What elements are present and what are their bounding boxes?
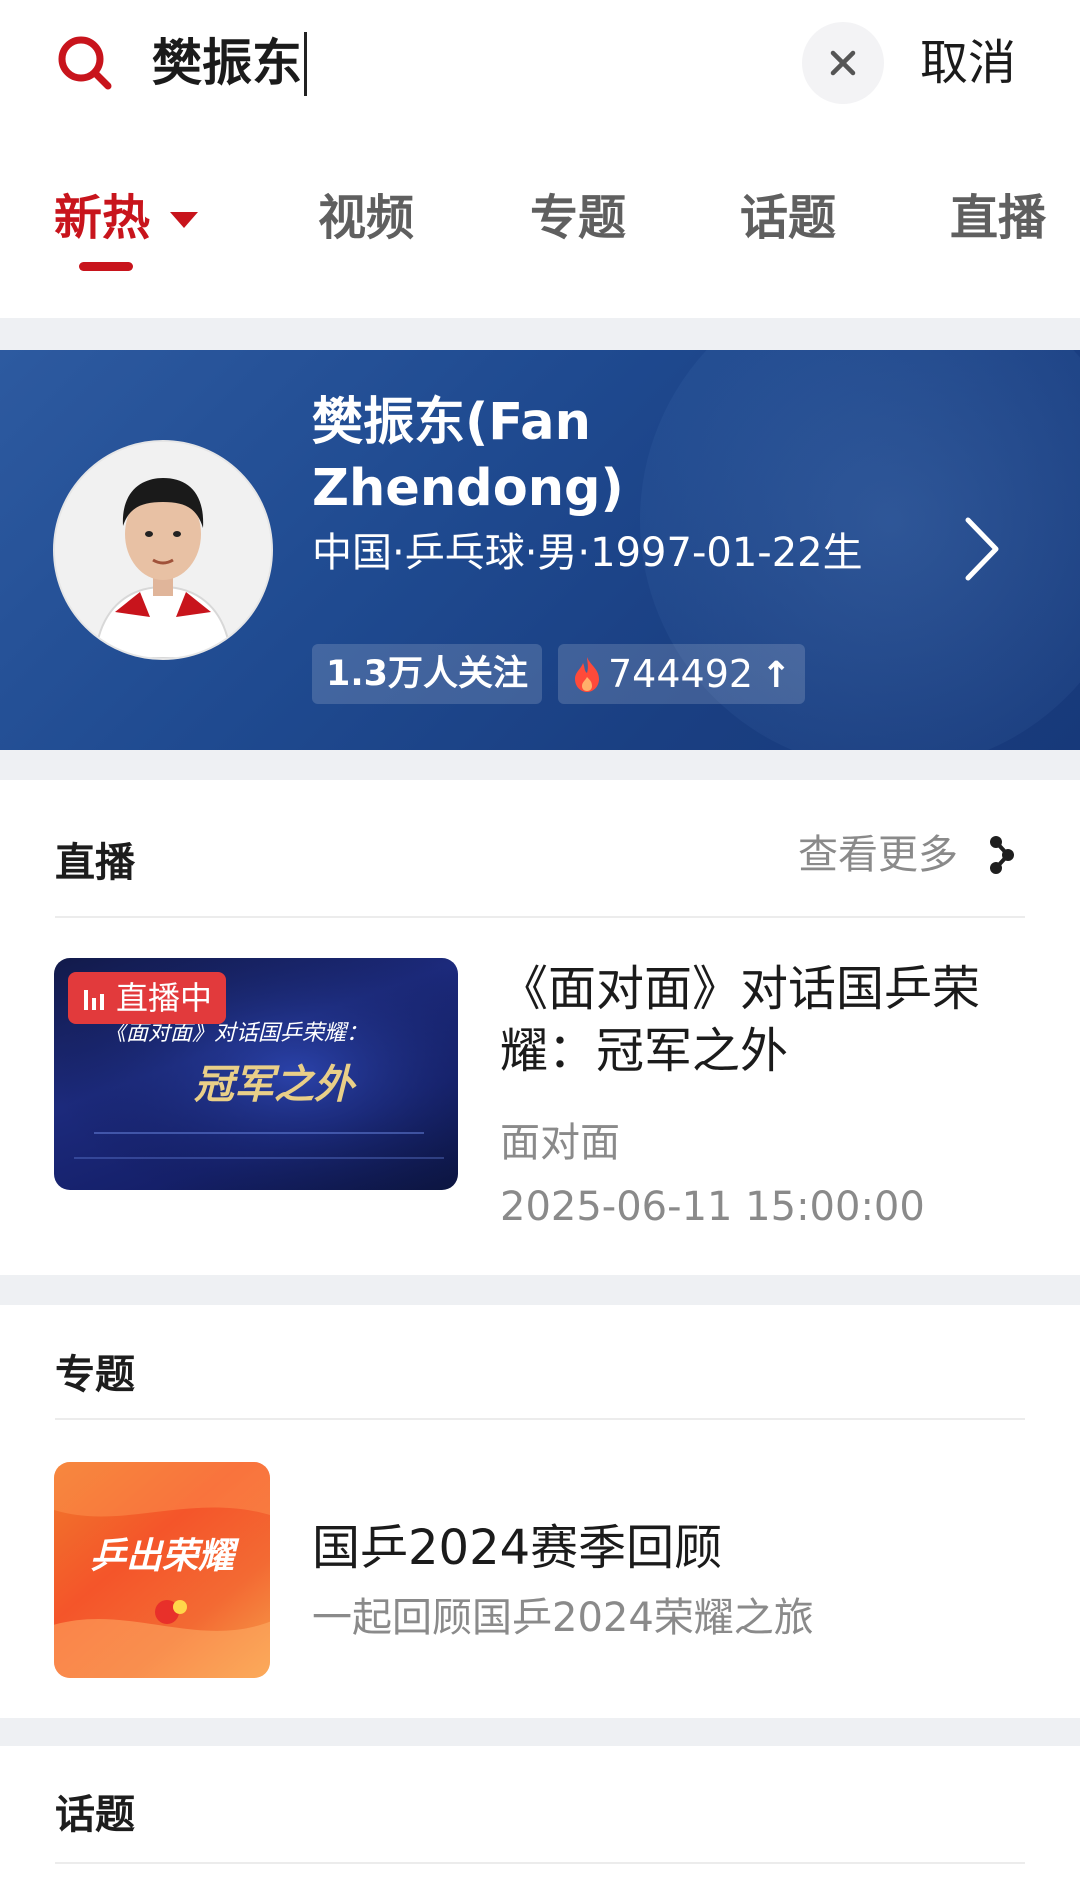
search-bar: 樊振东 取消 [0, 0, 1080, 125]
followers-count: 1.3万人关注 [326, 654, 529, 694]
tab-live[interactable]: 直播 [950, 178, 1046, 258]
more-icon[interactable] [988, 830, 1018, 880]
tab-new-hot[interactable]: 新热 [54, 178, 150, 258]
chevron-down-icon[interactable] [170, 212, 198, 228]
topic-section-title: 专题 [55, 1352, 135, 1398]
thumb-caption: 《面对面》对话国乒荣耀： [104, 1021, 368, 1046]
divider [55, 1862, 1025, 1864]
athlete-photo [55, 442, 271, 658]
view-more-link[interactable]: 查看更多 [798, 830, 958, 880]
topic-thumb-art: 乒出荣耀 [54, 1462, 270, 1678]
clear-button[interactable] [802, 22, 884, 104]
category-tabs: 新热 视频 专题 话题 直播 [0, 178, 1080, 278]
live-title[interactable]: 《面对面》对话国乒荣耀：冠军之外 [500, 958, 1020, 1082]
topic-thumbnail[interactable]: 乒出荣耀 [54, 1462, 270, 1678]
athlete-name: 樊振东(Fan Zhendong) [312, 393, 624, 518]
live-source: 面对面 [500, 1120, 620, 1166]
divider [55, 916, 1025, 918]
hashtag-section-title: 话题 [55, 1792, 135, 1838]
flame-icon [575, 657, 599, 692]
cancel-button[interactable]: 取消 [920, 24, 1016, 102]
athlete-card[interactable]: 樊振东(Fan Zhendong) 中国·乒乓球·男·1997-01-22生 1… [0, 350, 1080, 750]
divider [55, 1418, 1025, 1420]
heat-badge: 744492 ↑ [558, 644, 806, 704]
active-tab-indicator [79, 262, 133, 271]
section-gap [0, 750, 1080, 780]
section-gap [0, 318, 1080, 350]
search-input[interactable]: 樊振东 [152, 24, 772, 102]
search-icon [58, 36, 112, 90]
topic-thumb-text: 乒出荣耀 [90, 1536, 240, 1577]
chevron-right-icon[interactable] [962, 514, 1002, 584]
search-query: 樊振东 [152, 34, 302, 92]
section-gap [0, 1275, 1080, 1305]
heat-value: 744492 [608, 652, 754, 696]
live-badge-label: 直播中 [116, 979, 213, 1017]
arrow-up-icon: ↑ [761, 655, 792, 696]
tab-topic[interactable]: 话题 [740, 178, 836, 258]
live-badge: 直播中 [68, 972, 227, 1024]
followers-badge: 1.3万人关注 [312, 644, 543, 704]
topic-title[interactable]: 国乒2024赛季回顾 [312, 1508, 722, 1578]
section-gap [0, 1718, 1080, 1746]
signal-bars-icon [84, 990, 104, 1010]
live-time: 2025-06-11 15:00:00 [500, 1184, 925, 1230]
text-caret [304, 31, 307, 96]
avatar [53, 440, 273, 660]
athlete-info: 中国·乒乓球·男·1997-01-22生 [312, 530, 863, 576]
tab-video[interactable]: 视频 [318, 178, 414, 258]
topic-desc: 一起回顾国乒2024荣耀之旅 [312, 1595, 814, 1641]
live-section-title: 直播 [55, 840, 135, 886]
close-icon [830, 50, 856, 76]
tab-special[interactable]: 专题 [530, 178, 626, 258]
live-thumbnail[interactable]: 《面对面》对话国乒荣耀： 冠军之外 直播中 [54, 958, 458, 1190]
thumb-headline: 冠军之外 [194, 1061, 357, 1108]
